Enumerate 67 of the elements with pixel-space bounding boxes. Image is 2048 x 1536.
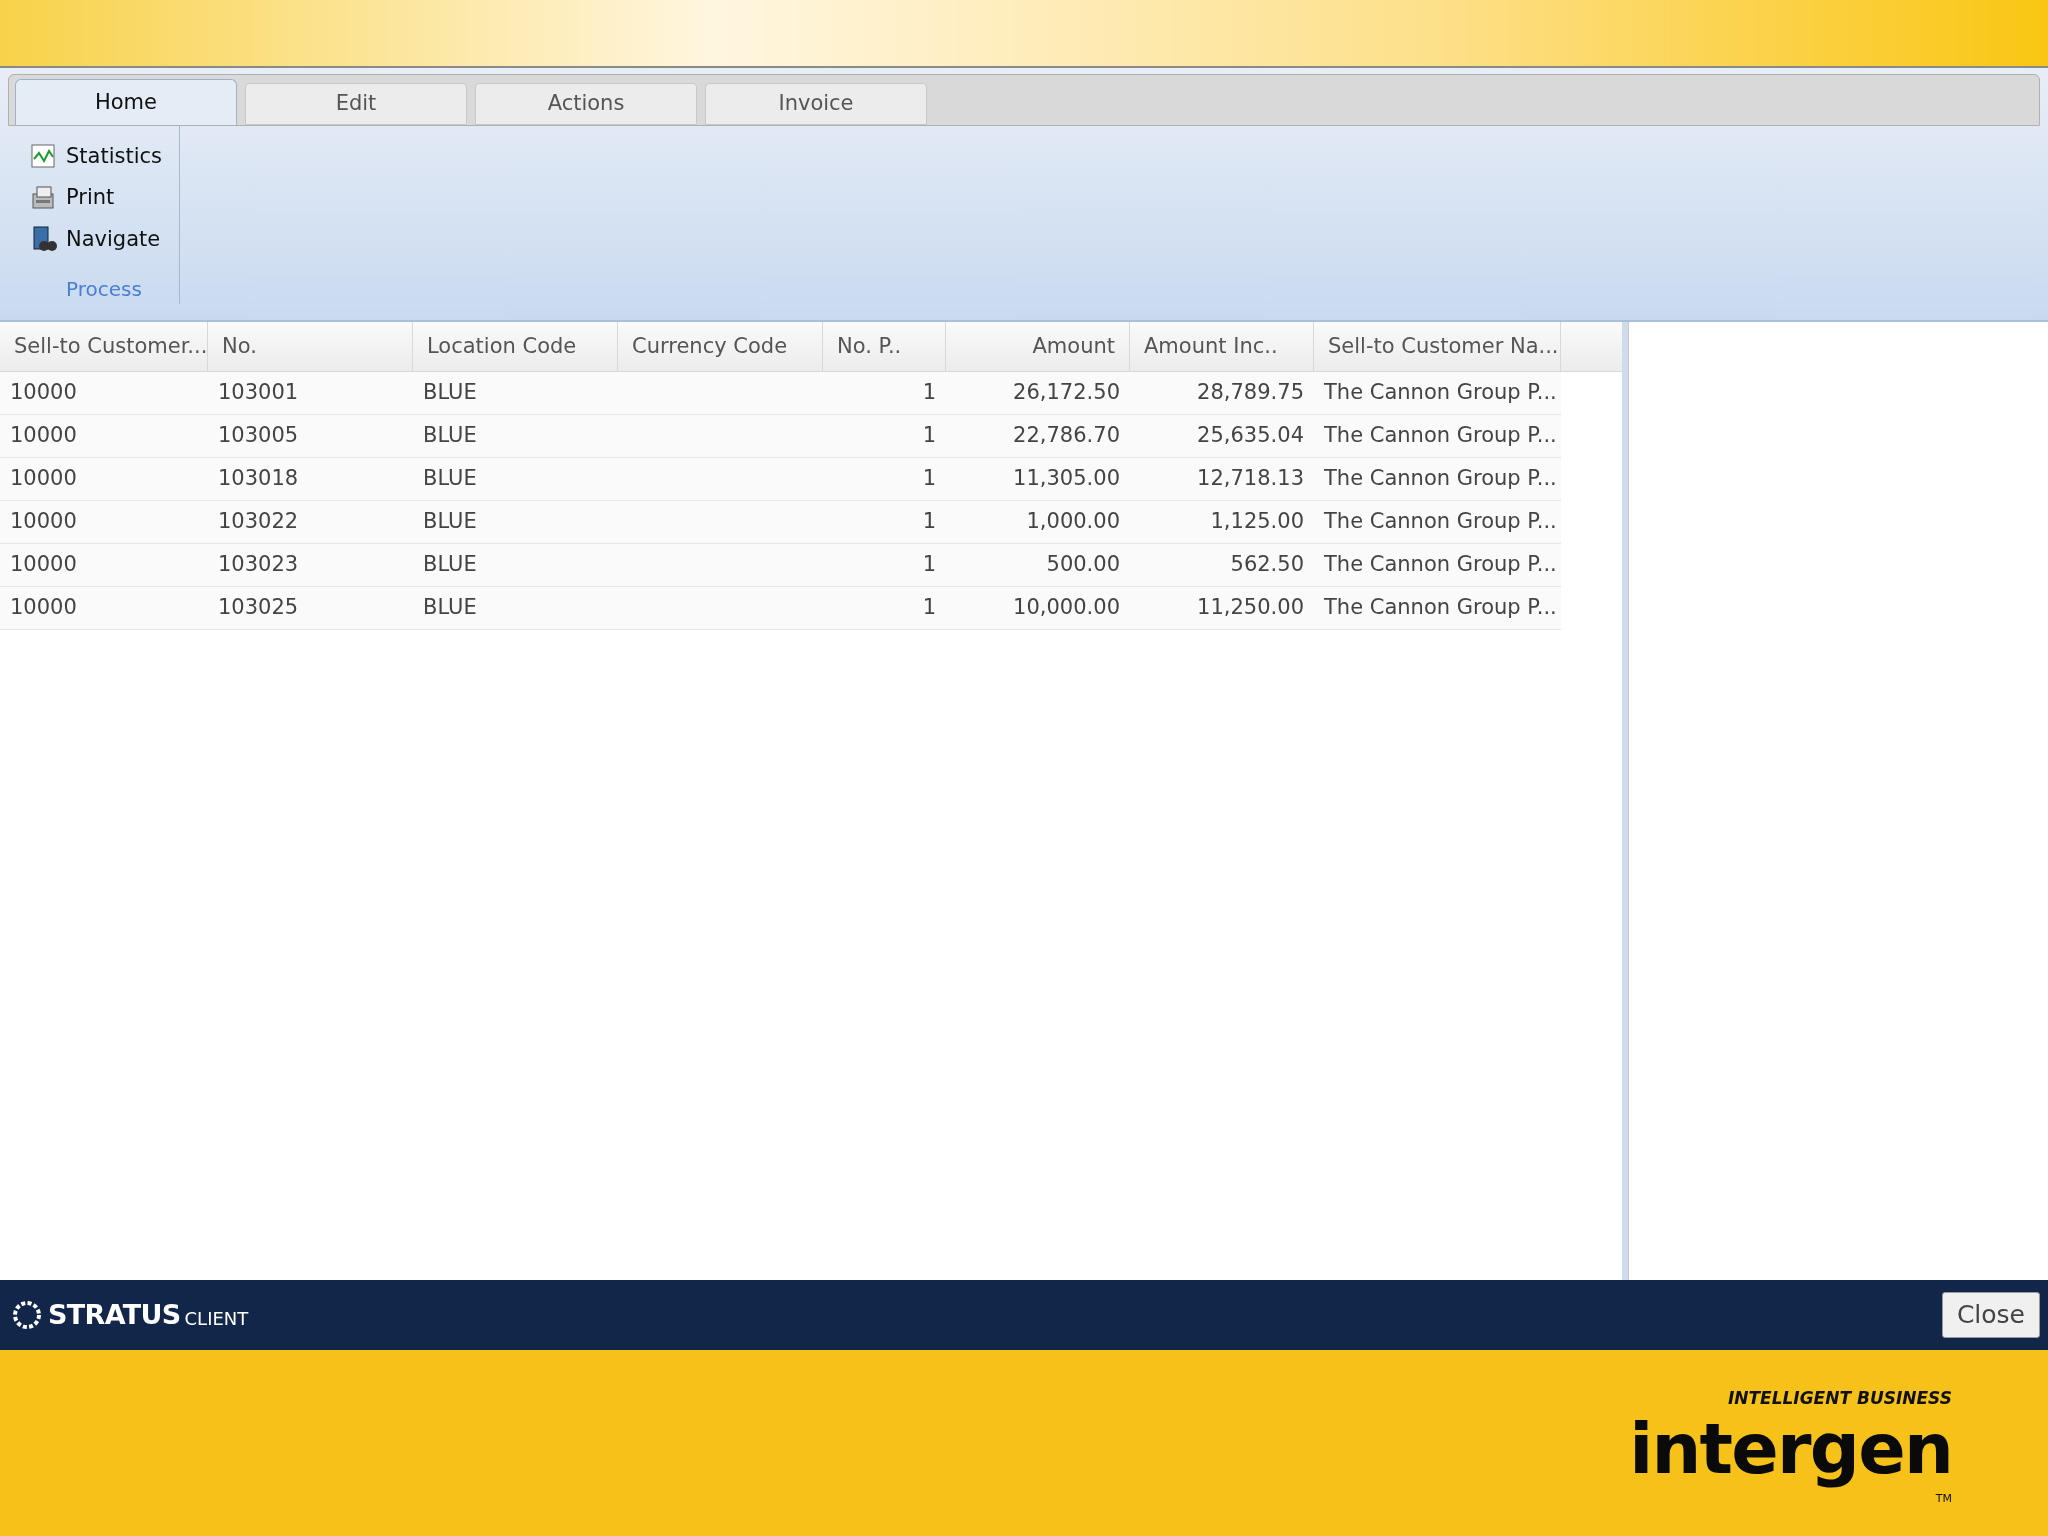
table-cell-text: 10000: [10, 422, 77, 450]
table-cell-text: 28,789.75: [1197, 379, 1304, 407]
table-cell-text: 1: [922, 594, 936, 622]
table-cell-text: 103001: [218, 379, 299, 407]
ribbon-tab[interactable]: Home: [15, 79, 237, 125]
brand-name: STRATUS: [48, 1297, 181, 1332]
binoculars-icon: [30, 225, 58, 254]
close-button[interactable]: Close: [1941, 1292, 2040, 1338]
column-header[interactable]: Sell-to Customer...: [0, 322, 208, 371]
table-cell-text: The Cannon Group P...: [1324, 422, 1557, 450]
column-header[interactable]: Location Code: [413, 322, 618, 371]
table-cell-text: 1: [922, 551, 936, 579]
table-cell-text: BLUE: [423, 508, 477, 536]
table-cell-text: The Cannon Group P...: [1324, 594, 1557, 622]
table-cell-text: 11,305.00: [1013, 465, 1120, 493]
table-cell-text: 10,000.00: [1013, 594, 1120, 622]
group-label: Process: [66, 276, 142, 303]
table-cell-text: The Cannon Group P...: [1324, 508, 1557, 536]
table-cell-text: 1,000.00: [1026, 508, 1120, 536]
ribbon-tab[interactable]: Edit: [245, 83, 467, 125]
table-cell-text: The Cannon Group P...: [1324, 379, 1557, 407]
table-cell-text: 1: [922, 422, 936, 450]
table-cell-text: 1,125.00: [1210, 508, 1304, 536]
column-header[interactable]: No.: [208, 322, 413, 371]
column-header[interactable]: Currency Code: [618, 322, 823, 371]
table-cell-text: BLUE: [423, 379, 477, 407]
ribbon-button[interactable]: Print: [30, 181, 179, 215]
column-header[interactable]: Amount: [946, 322, 1130, 371]
logo-wordmark: intergen: [1629, 1407, 1952, 1491]
logo-tagline: INTELLIGENT BUSINESS: [1727, 1390, 1952, 1407]
table-cell-text: 103005: [218, 422, 299, 450]
table-cell-text: 25,635.04: [1197, 422, 1304, 450]
table-cell-text: 11,250.00: [1197, 594, 1304, 622]
table-cell-text: 103022: [218, 508, 299, 536]
ribbon-button[interactable]: Statistics: [30, 140, 179, 174]
trademark: TM: [1935, 1493, 1952, 1504]
table-cell-text: 10000: [10, 508, 77, 536]
table-cell-text: 26,172.50: [1013, 379, 1120, 407]
table-cell-text: 1: [922, 465, 936, 493]
table-cell-text: 10000: [10, 551, 77, 579]
column-header[interactable]: No. P..: [823, 322, 946, 371]
chart-icon: [30, 142, 58, 171]
table-cell-text: BLUE: [423, 594, 477, 622]
table-cell-text: 12,718.13: [1197, 465, 1304, 493]
table-cell-text: BLUE: [423, 551, 477, 579]
table-cell-text: 1: [922, 508, 936, 536]
table-cell-text: 500.00: [1046, 551, 1120, 579]
table-cell-text: 562.50: [1230, 551, 1304, 579]
table-cell-text: 10000: [10, 594, 77, 622]
table-cell-text: BLUE: [423, 465, 477, 493]
ribbon-tab[interactable]: Invoice: [705, 83, 927, 125]
table-cell-text: 10000: [10, 379, 77, 407]
table-cell-text: 103025: [218, 594, 299, 622]
column-header[interactable]: Amount Inc..: [1130, 322, 1314, 371]
ring-icon: [10, 1298, 44, 1332]
table-cell-text: The Cannon Group P...: [1324, 551, 1557, 579]
ribbon-tab[interactable]: Actions: [475, 83, 697, 125]
table-cell-text: 10000: [10, 465, 77, 493]
table-cell-text: 103023: [218, 551, 299, 579]
brand-suffix: CLIENT: [184, 1306, 249, 1331]
table-cell-text: 103018: [218, 465, 299, 493]
table-cell-text: 22,786.70: [1013, 422, 1120, 450]
column-header[interactable]: Sell-to Customer Na...: [1314, 322, 1561, 371]
table-cell-text: 1: [922, 379, 936, 407]
table-cell-text: The Cannon Group P...: [1324, 465, 1557, 493]
ribbon-button[interactable]: Navigate: [30, 222, 179, 256]
table-cell-text: BLUE: [423, 422, 477, 450]
